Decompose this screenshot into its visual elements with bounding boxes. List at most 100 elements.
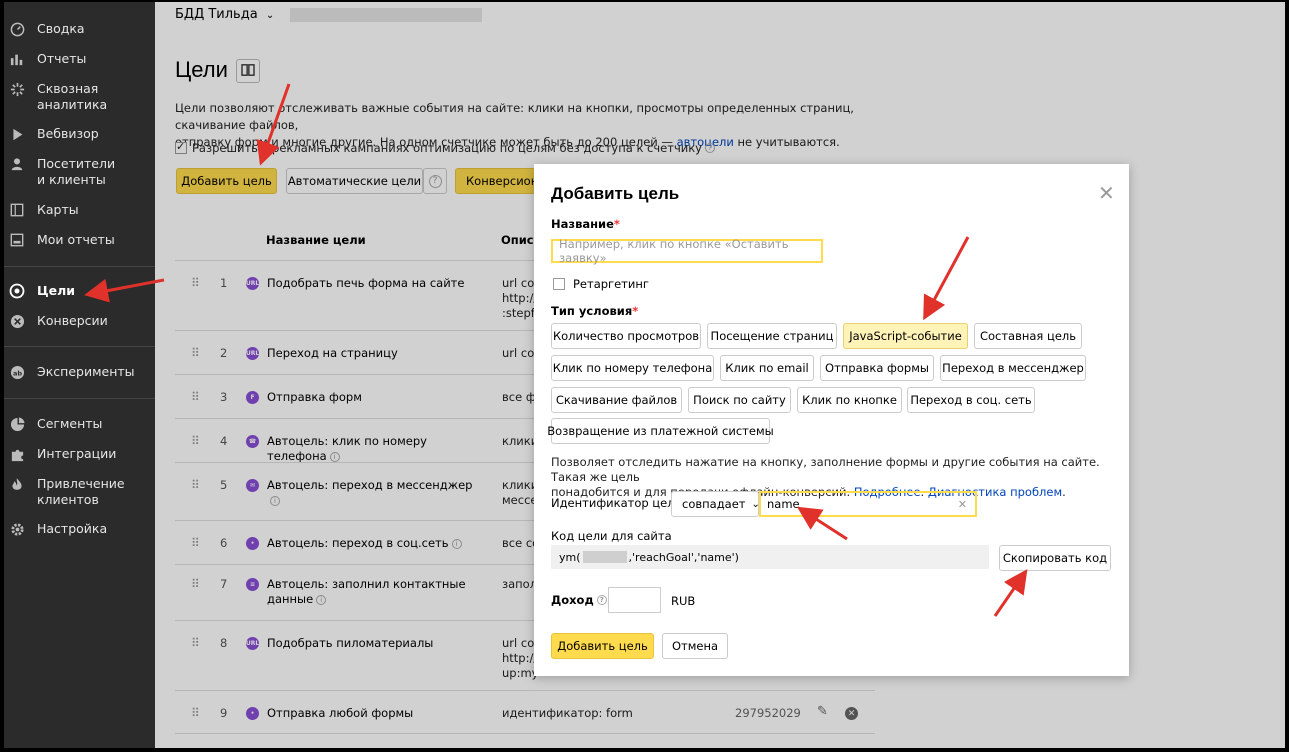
pie-icon (9, 416, 25, 432)
sidebar-item-my-reports[interactable]: Мои отчеты (4, 232, 155, 248)
info-icon[interactable]: i (329, 451, 340, 462)
type-composite-button[interactable]: Составная цель (974, 323, 1082, 349)
hidden-counter-id (290, 8, 482, 22)
type-social-button[interactable]: Переход в соц. сеть (907, 387, 1035, 413)
type-pages-button[interactable]: Посещение страниц (707, 323, 837, 349)
person-icon (9, 156, 25, 172)
sidebar-item-label: Настройка (37, 521, 108, 536)
drag-handle-icon[interactable]: ⠿ (191, 434, 200, 448)
chevron-down-icon: ⌄ (265, 10, 275, 21)
drag-handle-icon[interactable]: ⠿ (191, 536, 200, 550)
goal-code-box[interactable]: ym(,'reachGoal','name') (551, 545, 989, 569)
map-icon (9, 202, 25, 218)
form-goal-icon: F (246, 391, 259, 404)
info-icon[interactable]: ? (704, 143, 715, 153)
sidebar-item-summary[interactable]: Сводка (4, 21, 155, 37)
drag-handle-icon[interactable]: ⠿ (191, 636, 200, 650)
sidebar-item-conversions[interactable]: Конверсии (4, 313, 155, 329)
sidebar-item-experiments[interactable]: ab Эксперименты (4, 364, 155, 380)
type-search-button[interactable]: Поиск по сайту (688, 387, 791, 413)
auto-goals-button[interactable]: Автоматические цели (286, 168, 423, 194)
sidebar-divider (4, 346, 155, 347)
drag-handle-icon[interactable]: ⠿ (191, 346, 200, 360)
drag-handle-icon[interactable]: ⠿ (191, 390, 200, 404)
info-icon[interactable]: ? (596, 595, 607, 605)
type-download-button[interactable]: Скачивание файлов (551, 387, 682, 413)
type-form-button[interactable]: Отправка формы (820, 355, 934, 381)
type-phone-click-button[interactable]: Клик по номеру телефона (551, 355, 714, 381)
url-goal-icon: URL (246, 277, 259, 290)
copy-code-button[interactable]: Скопировать код (999, 545, 1111, 571)
flame-icon (9, 476, 25, 492)
sidebar-item-label: Сквозная аналитика (37, 81, 108, 112)
sidebar-item-label: Вебвизор (37, 126, 99, 141)
phone-goal-icon: ☎ (246, 435, 259, 448)
social-goal-icon: • (246, 537, 259, 550)
currency-label: RUB (671, 594, 696, 608)
match-select[interactable]: совпадает ⌄ (671, 491, 760, 517)
table-row[interactable]: ⠿ 9 • Отправка любой формы идентификатор… (175, 690, 875, 734)
help-button[interactable]: ? (423, 168, 447, 194)
info-icon[interactable]: i (451, 538, 462, 549)
conversion-icon (9, 313, 25, 329)
sidebar: Сводка Отчеты Сквозная аналитика Вебвизо… (4, 2, 155, 748)
pencil-icon[interactable]: ✎ (817, 704, 828, 719)
submit-add-goal-button[interactable]: Добавить цель (551, 633, 654, 659)
optimization-checkbox-row[interactable]: Разрешить в рекламных кампаниях оптимиза… (175, 140, 715, 155)
sidebar-item-settings[interactable]: Настройка (4, 521, 155, 537)
optimization-checkbox[interactable] (175, 140, 187, 154)
goal-id-input[interactable]: name ✕ (759, 491, 977, 517)
add-goal-button[interactable]: Добавить цель (176, 168, 277, 194)
play-icon (9, 126, 25, 142)
sidebar-item-goals[interactable]: Цели (4, 283, 155, 299)
type-email-click-button[interactable]: Клик по email (720, 355, 814, 381)
question-icon: ? (428, 174, 442, 188)
url-goal-icon: URL (246, 347, 259, 360)
col-header-name: Название цели (266, 233, 366, 247)
delete-icon[interactable]: ✕ (845, 707, 858, 720)
sidebar-item-webvisor[interactable]: Вебвизор (4, 126, 155, 142)
sidebar-item-label: Карты (37, 202, 79, 217)
add-goal-dialog: Добавить цель ✕ Название* Например, клик… (534, 164, 1129, 676)
sidebar-item-label: Цели (37, 283, 75, 298)
retargeting-checkbox[interactable] (553, 278, 565, 290)
drag-handle-icon[interactable]: ⠿ (191, 577, 200, 591)
info-icon[interactable]: i (270, 495, 280, 506)
sidebar-item-label: Интеграции (37, 446, 117, 461)
svg-text:ab: ab (12, 369, 21, 377)
sidebar-item-segments[interactable]: Сегменты (4, 416, 155, 432)
sidebar-divider (4, 266, 155, 267)
info-icon[interactable]: i (316, 594, 327, 605)
goal-name-input[interactable]: Например, клик по кнопке «Оставить заявк… (551, 237, 823, 265)
retargeting-row[interactable]: Ретаргетинг (553, 277, 649, 291)
app-window: Сводка Отчеты Сквозная аналитика Вебвизо… (4, 2, 1285, 748)
income-input[interactable] (608, 587, 661, 613)
contact-goal-icon: ≡ (246, 578, 259, 591)
sidebar-item-analytics[interactable]: Сквозная аналитика (4, 81, 155, 113)
name-label: Название (551, 217, 614, 231)
drag-handle-icon[interactable]: ⠿ (191, 276, 200, 290)
clear-icon[interactable]: ✕ (958, 498, 967, 511)
close-icon[interactable]: ✕ (1098, 181, 1115, 205)
type-payment-return-button[interactable]: Возвращение из платежной системы (547, 418, 774, 444)
url-goal-icon: URL (246, 637, 259, 650)
type-messenger-button[interactable]: Переход в мессенджер (940, 355, 1086, 381)
income-label: Доход (551, 593, 594, 607)
cancel-button[interactable]: Отмена (662, 633, 728, 659)
type-button-click-button[interactable]: Клик по кнопке (797, 387, 902, 413)
type-js-event-button[interactable]: JavaScript-событие (843, 323, 968, 349)
sidebar-item-integrations[interactable]: Интеграции (4, 446, 155, 462)
sidebar-item-label: Эксперименты (37, 364, 135, 379)
messenger-goal-icon: ✉ (246, 479, 259, 492)
sidebar-item-visitors[interactable]: Посетители и клиенты (4, 156, 155, 188)
counter-selector[interactable]: БДД Тильда ⌄ (175, 7, 274, 22)
sidebar-item-acquisition[interactable]: Привлечение клиентов (4, 476, 155, 508)
drag-handle-icon[interactable]: ⠿ (191, 478, 200, 492)
drag-handle-icon[interactable]: ⠿ (191, 706, 200, 720)
sidebar-item-reports[interactable]: Отчеты (4, 51, 155, 67)
sidebar-item-maps[interactable]: Карты (4, 202, 155, 218)
gauge-icon (9, 21, 25, 37)
hidden-counter-id (582, 551, 627, 563)
type-views-button[interactable]: Количество просмотров (551, 323, 701, 349)
help-book-button[interactable] (236, 59, 260, 83)
